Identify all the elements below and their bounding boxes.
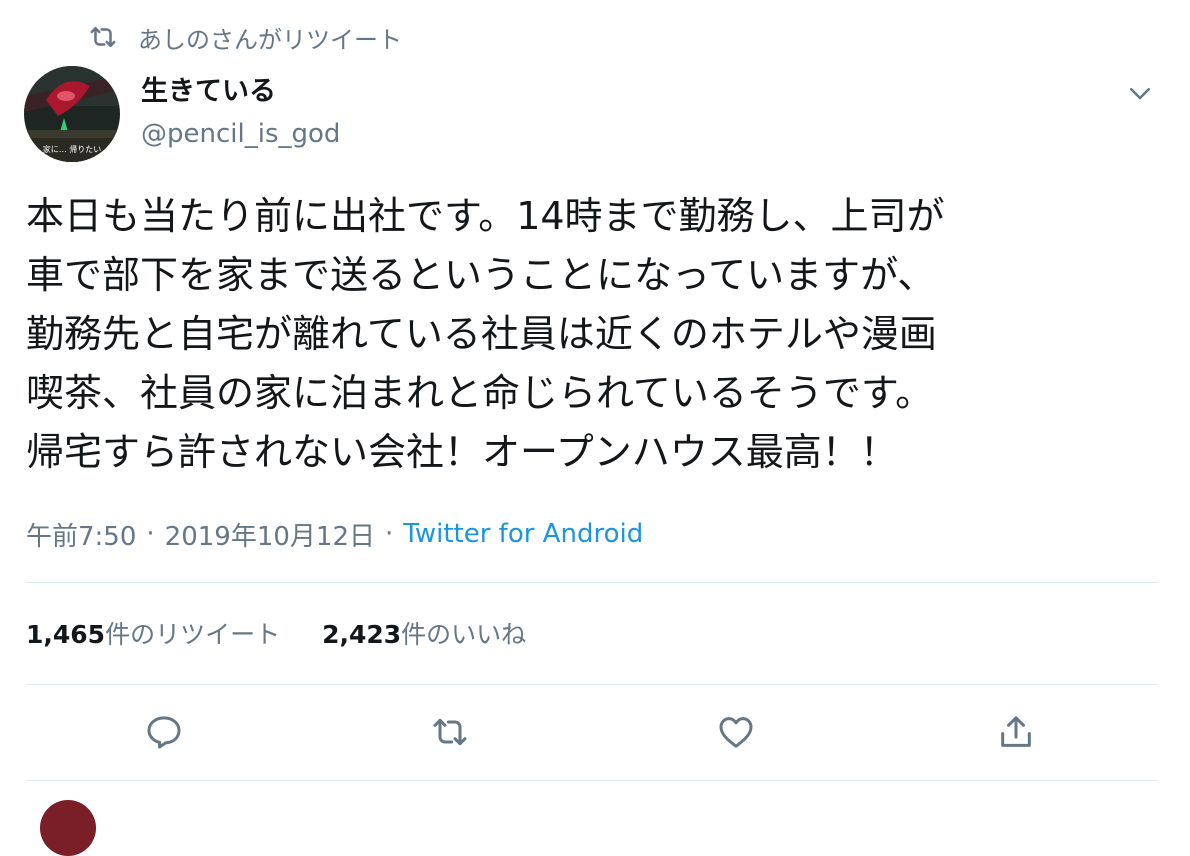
next-tweet-avatar[interactable] <box>40 800 96 856</box>
tweet-stats: 1,465件のリツイート 2,423件のいいね <box>26 613 526 653</box>
avatar[interactable]: 家に… 帰りたい <box>24 66 120 162</box>
divider <box>26 780 1158 781</box>
chevron-down-icon[interactable] <box>1125 78 1155 108</box>
retweet-icon <box>90 27 116 47</box>
screen-name[interactable]: @pencil_is_god <box>141 116 340 152</box>
like-heart-icon[interactable] <box>716 712 756 752</box>
reply-icon[interactable] <box>144 712 184 752</box>
divider <box>26 684 1158 685</box>
like-count-number: 2,423 <box>322 620 402 649</box>
retweet-count[interactable]: 1,465件のリツイート <box>26 615 280 651</box>
tweet-meta: 午前7:50 · 2019年10月12日 · Twitter for Andro… <box>26 514 643 554</box>
retweet-count-label: 件のリツイート <box>105 620 281 649</box>
retweet-icon[interactable] <box>430 712 470 752</box>
divider <box>26 582 1158 583</box>
like-count-label: 件のいいね <box>401 620 527 649</box>
tweet-time[interactable]: 午前7:50 <box>26 516 136 553</box>
meta-separator: · <box>385 519 394 549</box>
avatar-image: 家に… 帰りたい <box>24 66 120 162</box>
tweet-date[interactable]: 2019年10月12日 <box>165 516 375 553</box>
retweet-context[interactable]: あしのさんがリツイート <box>88 18 402 56</box>
tweet-text: 本日も当たり前に出社です。14時まで勤務し、上司が 車で部下を家まで送るというこ… <box>26 194 945 474</box>
retweet-context-text: あしのさんがリツイート <box>138 25 402 54</box>
display-name[interactable]: 生きている <box>141 72 340 112</box>
retweet-count-number: 1,465 <box>26 620 106 649</box>
meta-separator: · <box>146 519 155 549</box>
like-count[interactable]: 2,423件のいいね <box>322 615 526 651</box>
share-icon[interactable] <box>996 712 1036 752</box>
author-info[interactable]: 生きている @pencil_is_god <box>141 72 340 152</box>
tweet-source-link[interactable]: Twitter for Android <box>403 519 643 549</box>
avatar-caption: 家に… 帰りたい <box>43 144 102 154</box>
